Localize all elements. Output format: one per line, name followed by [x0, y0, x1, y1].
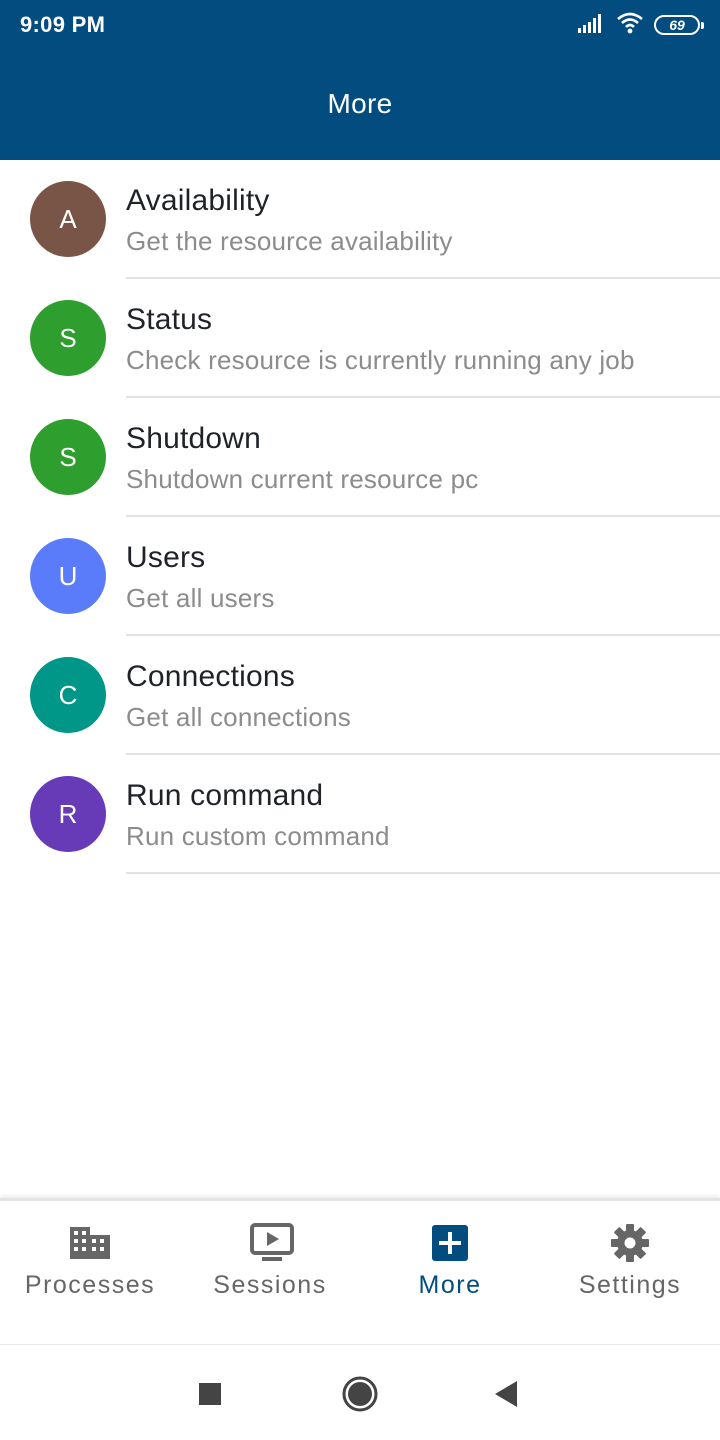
system-navigation-bar	[0, 1344, 720, 1440]
divider	[126, 872, 720, 874]
page-title: More	[327, 88, 393, 119]
recents-square-icon[interactable]	[185, 1369, 235, 1419]
gear-icon	[610, 1223, 650, 1263]
avatar: S	[30, 419, 106, 495]
list-item-title: Users	[126, 541, 206, 574]
more-options-list: A Availability Get the resource availabi…	[0, 160, 720, 874]
nav-tab-more[interactable]: More	[360, 1201, 540, 1347]
nav-tab-sessions[interactable]: Sessions	[180, 1201, 360, 1347]
list-item-subtitle: Get the resource availability	[126, 226, 453, 256]
avatar: S	[30, 300, 106, 376]
list-item-title: Status	[126, 303, 213, 336]
signal-icon	[578, 13, 606, 38]
wifi-icon	[616, 12, 644, 39]
list-item-connections[interactable]: C Connections Get all connections	[0, 636, 720, 755]
nav-tab-label: Processes	[24, 1271, 156, 1299]
list-item-subtitle: Run custom command	[126, 821, 390, 851]
avatar: A	[30, 181, 106, 257]
avatar: R	[30, 776, 106, 852]
status-icons: 69	[578, 12, 704, 39]
list-item-run-command[interactable]: R Run command Run custom command	[0, 755, 720, 874]
list-item-subtitle: Get all connections	[126, 702, 351, 732]
nav-tab-label: More	[418, 1271, 482, 1299]
list-item-subtitle: Shutdown current resource pc	[126, 464, 479, 494]
home-circle-icon[interactable]	[335, 1369, 385, 1419]
list-item-status[interactable]: S Status Check resource is currently run…	[0, 279, 720, 398]
back-triangle-icon[interactable]	[482, 1369, 532, 1419]
play-screen-icon	[250, 1223, 294, 1263]
list-item-title: Availability	[126, 184, 270, 217]
list-item-title: Connections	[126, 660, 295, 693]
bottom-navigation: Processes Sessions More Settings	[0, 1198, 720, 1344]
battery-icon: 69	[654, 15, 704, 35]
list-item-title: Shutdown	[126, 422, 262, 455]
list-item-title: Run command	[126, 779, 324, 812]
plus-box-icon	[430, 1223, 470, 1263]
avatar: C	[30, 657, 106, 733]
status-time: 9:09 PM	[20, 12, 106, 37]
list-item-availability[interactable]: A Availability Get the resource availabi…	[0, 160, 720, 279]
list-item-subtitle: Check resource is currently running any …	[126, 345, 635, 375]
nav-tab-processes[interactable]: Processes	[0, 1201, 180, 1347]
list-item-shutdown[interactable]: S Shutdown Shutdown current resource pc	[0, 398, 720, 517]
nav-tab-settings[interactable]: Settings	[540, 1201, 720, 1347]
app-bar: More	[0, 50, 720, 160]
nav-tab-label: Settings	[578, 1271, 682, 1299]
list-item-users[interactable]: U Users Get all users	[0, 517, 720, 636]
avatar: U	[30, 538, 106, 614]
status-bar: 9:09 PM 69	[0, 0, 720, 50]
list-item-subtitle: Get all users	[126, 583, 275, 613]
building-icon	[70, 1223, 110, 1263]
nav-tab-label: Sessions	[213, 1271, 327, 1299]
